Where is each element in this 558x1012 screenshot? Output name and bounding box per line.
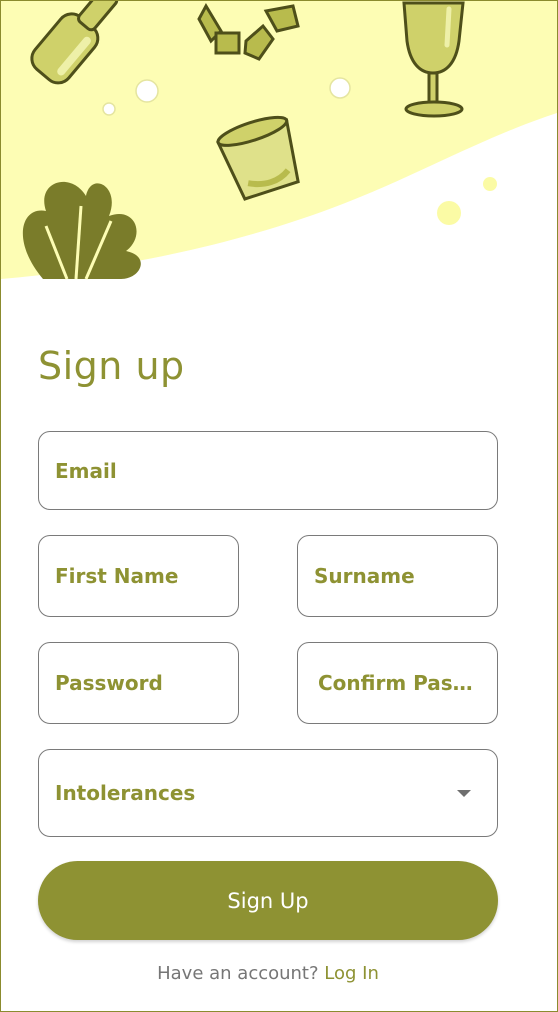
hero-illustration	[1, 1, 557, 280]
email-field[interactable]	[38, 431, 498, 510]
signup-screen: Sign up Intolerances Sign Up Have an acc…	[0, 0, 558, 1012]
intolerances-label: Intolerances	[55, 781, 196, 805]
page-title: Sign up	[38, 344, 185, 388]
surname-input[interactable]	[298, 536, 497, 616]
bubble-4	[437, 201, 461, 225]
password-field[interactable]	[38, 642, 239, 724]
surname-field[interactable]	[297, 535, 498, 617]
dropdown-caret-icon[interactable]	[457, 790, 471, 797]
email-input[interactable]	[39, 432, 497, 509]
bubble-2	[102, 102, 116, 116]
sign-up-button[interactable]: Sign Up	[38, 861, 498, 940]
confirm-password-field[interactable]	[297, 642, 498, 724]
first-name-field[interactable]	[38, 535, 239, 617]
bubble-3	[329, 77, 351, 99]
bubble-5	[483, 177, 497, 191]
intolerances-select[interactable]: Intolerances	[38, 749, 498, 837]
first-name-input[interactable]	[39, 536, 238, 616]
login-link[interactable]: Log In	[324, 963, 379, 984]
login-prompt: Have an account? Log In	[1, 963, 535, 984]
confirm-password-input[interactable]	[298, 643, 497, 723]
password-input[interactable]	[39, 643, 238, 723]
login-prompt-text: Have an account?	[157, 963, 319, 984]
bubble-1	[135, 79, 159, 103]
